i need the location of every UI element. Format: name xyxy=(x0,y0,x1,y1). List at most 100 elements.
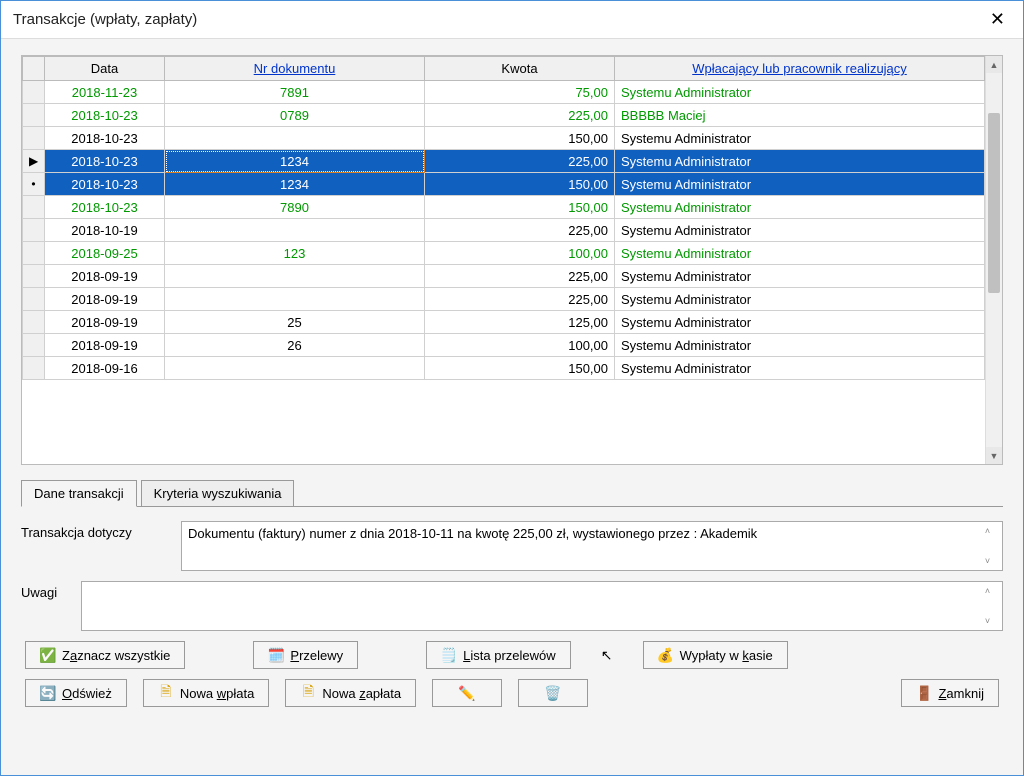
trash-icon: 🗑️ xyxy=(545,685,561,701)
edit-button[interactable]: ✏️ xyxy=(432,679,502,707)
table-row[interactable]: 2018-10-23150,00Systemu Administrator xyxy=(23,127,985,150)
row-indicator: ▶ xyxy=(23,150,45,173)
table-row[interactable]: •2018-10-231234150,00Systemu Administrat… xyxy=(23,173,985,196)
cell-payer: Systemu Administrator xyxy=(615,127,985,150)
cell-payer: Systemu Administrator xyxy=(615,288,985,311)
cell-amount: 225,00 xyxy=(425,219,615,242)
cell-doc xyxy=(165,288,425,311)
delete-button[interactable]: 🗑️ xyxy=(518,679,588,707)
new-payment-button[interactable]: 🗎 Nowa zapłata xyxy=(285,679,416,707)
cell-doc xyxy=(165,357,425,380)
table-row[interactable]: 2018-10-230789225,00BBBBB Maciej xyxy=(23,104,985,127)
money-icon: 💰 xyxy=(658,647,674,663)
tab-dane-transakcji[interactable]: Dane transakcji xyxy=(21,480,137,507)
cell-payer: Systemu Administrator xyxy=(615,334,985,357)
cell-doc xyxy=(165,265,425,288)
cell-date: 2018-09-19 xyxy=(45,265,165,288)
tab-kryteria[interactable]: Kryteria wyszukiwania xyxy=(141,480,295,507)
calendar-icon: 🗓️ xyxy=(268,647,284,663)
grid-header-amount[interactable]: Kwota xyxy=(425,57,615,81)
transactions-window: Transakcje (wpłaty, zapłaty) ✕ Data Nr d… xyxy=(0,0,1024,776)
row-indicator xyxy=(23,127,45,150)
cell-payer: Systemu Administrator xyxy=(615,173,985,196)
cell-payer: Systemu Administrator xyxy=(615,81,985,104)
window-title: Transakcje (wpłaty, zapłaty) xyxy=(13,11,197,28)
transfers-list-button[interactable]: 🗒️ Lista przelewów xyxy=(426,641,571,669)
cell-date: 2018-09-19 xyxy=(45,334,165,357)
cell-amount: 225,00 xyxy=(425,150,615,173)
spin-down-icon[interactable]: ˅ xyxy=(979,616,996,626)
field-uwagi[interactable]: ˄ ˅ xyxy=(81,581,1003,631)
table-row[interactable]: 2018-09-19225,00Systemu Administrator xyxy=(23,288,985,311)
edit-icon: ✏️ xyxy=(459,685,475,701)
row-indicator xyxy=(23,288,45,311)
cell-doc: 123 xyxy=(165,242,425,265)
titlebar: Transakcje (wpłaty, zapłaty) ✕ xyxy=(1,1,1023,39)
table-row[interactable]: 2018-10-237890150,00Systemu Administrato… xyxy=(23,196,985,219)
grid-header-doc[interactable]: Nr dokumentu xyxy=(165,57,425,81)
close-button[interactable]: 🚪 Zamknij xyxy=(901,679,999,707)
table-row[interactable]: 2018-09-25123100,00Systemu Administrator xyxy=(23,242,985,265)
cell-amount: 100,00 xyxy=(425,334,615,357)
grid-scrollbar[interactable]: ▲ ▼ xyxy=(985,56,1002,464)
cell-date: 2018-09-19 xyxy=(45,288,165,311)
row-indicator xyxy=(23,242,45,265)
cell-date: 2018-09-19 xyxy=(45,311,165,334)
row-indicator xyxy=(23,357,45,380)
cell-doc xyxy=(165,127,425,150)
select-all-button[interactable]: ✅ Zaznacz wszystkie xyxy=(25,641,185,669)
cell-date: 2018-10-23 xyxy=(45,196,165,219)
cell-payer: Systemu Administrator xyxy=(615,311,985,334)
spin-up-icon[interactable]: ˄ xyxy=(979,526,996,536)
new-doc-icon: 🗎 xyxy=(158,685,174,701)
grid-header-payer[interactable]: Wpłacający lub pracownik realizujący xyxy=(615,57,985,81)
grid-header-date[interactable]: Data xyxy=(45,57,165,81)
scroll-up-icon[interactable]: ▲ xyxy=(986,56,1002,73)
table-row[interactable]: 2018-09-16150,00Systemu Administrator xyxy=(23,357,985,380)
cell-amount: 125,00 xyxy=(425,311,615,334)
new-deposit-button[interactable]: 🗎 Nowa wpłata xyxy=(143,679,269,707)
cell-doc: 1234 xyxy=(165,173,425,196)
door-icon: 🚪 xyxy=(916,685,932,701)
cash-payouts-button[interactable]: 💰 Wypłaty w kasie xyxy=(643,641,788,669)
new-doc-icon: 🗎 xyxy=(300,685,316,701)
table-row[interactable]: ▶2018-10-231234225,00Systemu Administrat… xyxy=(23,150,985,173)
table-row[interactable]: 2018-10-19 225,00Systemu Administrator xyxy=(23,219,985,242)
table-row[interactable]: 2018-11-23789175,00Systemu Administrator xyxy=(23,81,985,104)
scroll-down-icon[interactable]: ▼ xyxy=(986,447,1002,464)
row-indicator xyxy=(23,81,45,104)
label-dotyczy: Transakcja dotyczy xyxy=(21,521,181,540)
row-indicator xyxy=(23,265,45,288)
cell-date: 2018-09-16 xyxy=(45,357,165,380)
cell-amount: 150,00 xyxy=(425,127,615,150)
cell-payer: Systemu Administrator xyxy=(615,357,985,380)
cell-payer: BBBBB Maciej xyxy=(615,104,985,127)
cell-amount: 225,00 xyxy=(425,104,615,127)
cell-amount: 225,00 xyxy=(425,265,615,288)
row-indicator xyxy=(23,334,45,357)
scroll-thumb[interactable] xyxy=(988,113,1000,293)
table-row[interactable]: 2018-09-1926100,00Systemu Administrator xyxy=(23,334,985,357)
cell-doc xyxy=(165,219,425,242)
cell-payer: Systemu Administrator xyxy=(615,219,985,242)
spin-up-icon[interactable]: ˄ xyxy=(979,586,996,596)
grid-header-row: Data Nr dokumentu Kwota Wpłacający lub p… xyxy=(23,57,985,81)
close-icon[interactable]: ✕ xyxy=(984,9,1011,30)
cell-date: 2018-10-23 xyxy=(45,173,165,196)
label-uwagi: Uwagi xyxy=(21,581,81,600)
refresh-button[interactable]: 🔄 Odśwież xyxy=(25,679,127,707)
cell-amount: 100,00 xyxy=(425,242,615,265)
cell-payer: Systemu Administrator xyxy=(615,150,985,173)
table-row[interactable]: 2018-09-19225,00Systemu Administrator xyxy=(23,265,985,288)
field-dotyczy[interactable]: Dokumentu (faktury) numer z dnia 2018-10… xyxy=(181,521,1003,571)
row-indicator xyxy=(23,219,45,242)
select-all-icon: ✅ xyxy=(40,647,56,663)
grid-header-indicator xyxy=(23,57,45,81)
cell-amount: 150,00 xyxy=(425,196,615,219)
cell-doc: 1234 xyxy=(165,150,425,173)
spin-down-icon[interactable]: ˅ xyxy=(979,556,996,566)
cell-date: 2018-10-19 xyxy=(45,219,165,242)
transfers-button[interactable]: 🗓️ Przelewy xyxy=(253,641,358,669)
table-row[interactable]: 2018-09-1925125,00Systemu Administrator xyxy=(23,311,985,334)
row-indicator xyxy=(23,104,45,127)
